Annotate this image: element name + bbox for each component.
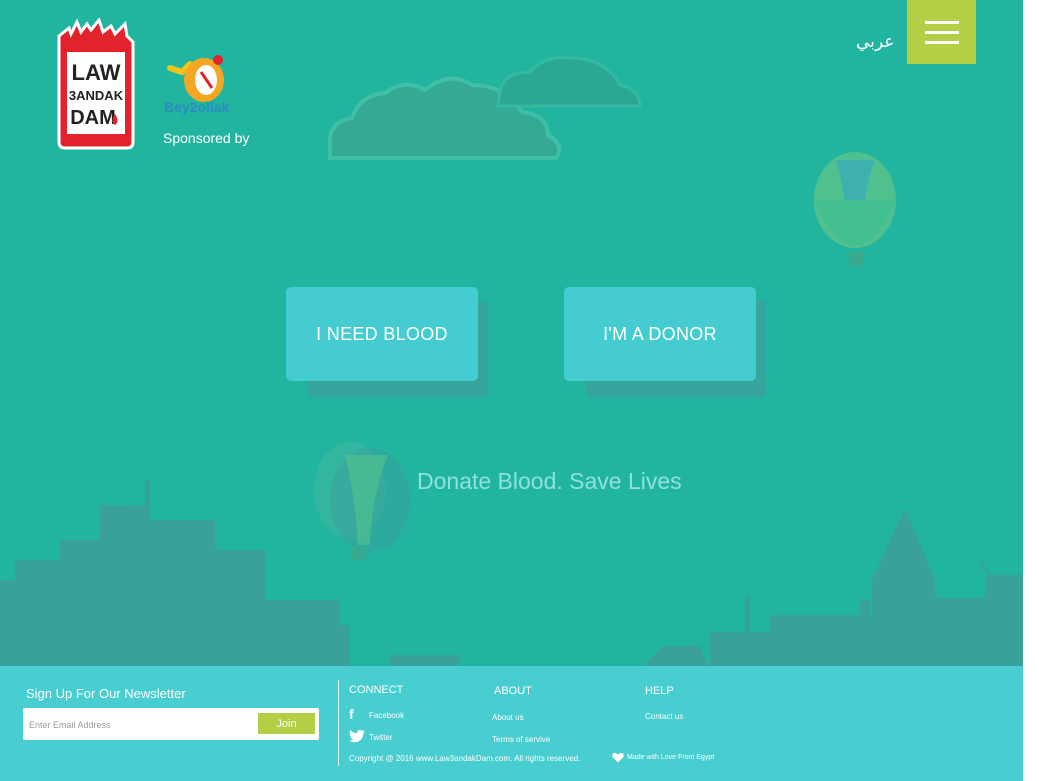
about-heading: ABOUT bbox=[494, 685, 532, 697]
about-us-link[interactable]: About us bbox=[492, 713, 524, 722]
newsletter-title: Sign Up For Our Newsletter bbox=[26, 686, 186, 701]
footer: Sign Up For Our Newsletter Join CONNECT … bbox=[0, 666, 1023, 781]
need-blood-label[interactable]: I NEED BLOOD bbox=[286, 287, 478, 381]
terms-link[interactable]: Terms of servive bbox=[492, 735, 550, 744]
made-with-love-text: Made with Love From Egypt bbox=[627, 754, 715, 761]
logo-text: LAW bbox=[72, 60, 121, 85]
sponsor-logo-text: Bey2ollak bbox=[164, 99, 230, 115]
tagline: Donate Blood. Save Lives bbox=[417, 468, 682, 494]
donor-label[interactable]: I'M A DONOR bbox=[564, 287, 756, 381]
cloud-icon bbox=[328, 56, 642, 160]
cityscape-illustration bbox=[0, 56, 1023, 670]
facebook-link[interactable]: Facebook bbox=[369, 711, 404, 720]
balloon-icon bbox=[314, 442, 410, 560]
site-logo[interactable]: LAW 3ANDAK DAM bbox=[55, 16, 137, 150]
join-button[interactable]: Join bbox=[258, 713, 315, 734]
hamburger-icon bbox=[925, 21, 959, 24]
footer-divider bbox=[338, 680, 339, 766]
balloon-icon bbox=[814, 152, 896, 266]
connect-heading: CONNECT bbox=[349, 684, 404, 696]
newsletter-form: Join bbox=[23, 708, 319, 740]
menu-button[interactable] bbox=[907, 0, 976, 64]
heart-icon bbox=[612, 752, 624, 763]
help-heading: HELP bbox=[645, 685, 674, 697]
logo-text: 3ANDAK bbox=[69, 88, 124, 103]
contact-us-link[interactable]: Contact us bbox=[645, 712, 683, 721]
twitter-icon[interactable] bbox=[349, 730, 365, 743]
sponsor-logo[interactable]: Bey2ollak bbox=[160, 50, 235, 120]
need-blood-button[interactable]: I NEED BLOOD bbox=[286, 287, 488, 397]
email-input[interactable] bbox=[27, 712, 257, 738]
donor-button[interactable]: I'M A DONOR bbox=[564, 287, 766, 397]
language-toggle-link[interactable]: عربي bbox=[856, 32, 894, 52]
logo-text: DAM bbox=[70, 107, 116, 129]
facebook-icon[interactable]: f bbox=[349, 707, 361, 721]
sponsored-by-label: Sponsored by bbox=[163, 130, 250, 146]
twitter-link[interactable]: Twitter bbox=[369, 733, 393, 742]
copyright-text: Copyright @ 2016 www.Law3andakDam.com. A… bbox=[349, 754, 581, 763]
page-background: LAW 3ANDAK DAM Bey2ollak Sponsored by عر… bbox=[0, 0, 1023, 781]
